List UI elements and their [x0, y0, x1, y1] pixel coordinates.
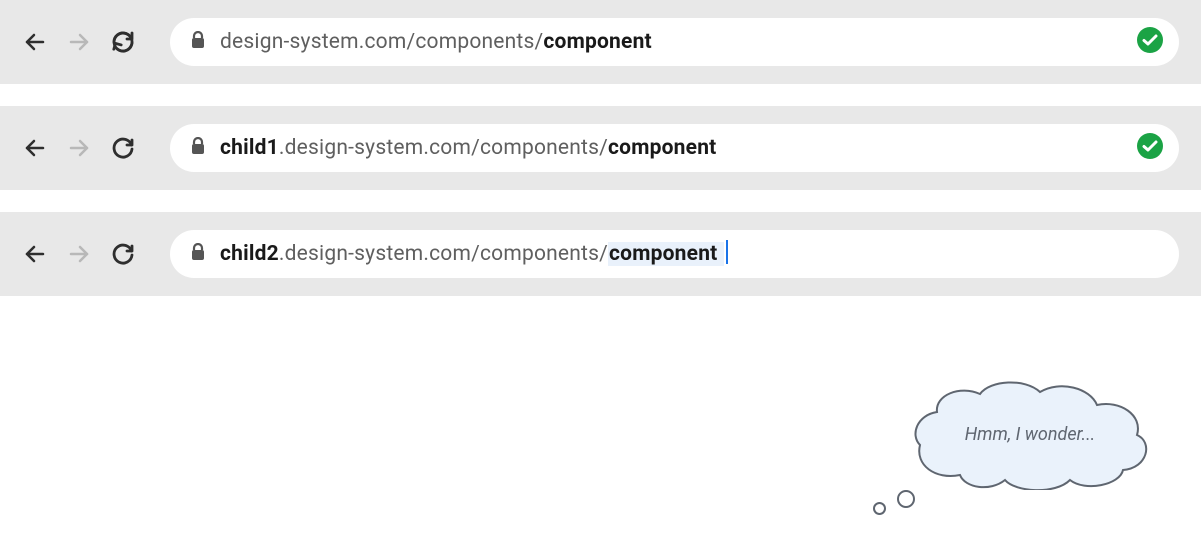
address-bar[interactable]: design-system.com/components/component — [170, 18, 1179, 66]
url-subdomain: child2 — [220, 242, 279, 266]
address-bar[interactable]: child2.design-system.com/components/comp… — [170, 230, 1179, 278]
url-text: child1.design-system.com/components/comp… — [220, 136, 716, 160]
back-button[interactable] — [22, 135, 48, 161]
address-bar[interactable]: child1.design-system.com/components/comp… — [170, 124, 1179, 172]
forward-button[interactable] — [66, 241, 92, 267]
url-path: /components/ — [406, 30, 543, 54]
url-text: design-system.com/components/component — [220, 30, 652, 54]
lock-icon — [190, 243, 206, 265]
browser-bar-3: child2.design-system.com/components/comp… — [0, 212, 1201, 296]
lock-icon — [190, 137, 206, 159]
lock-icon — [190, 31, 206, 53]
text-cursor — [726, 240, 728, 264]
reload-button[interactable] — [110, 29, 136, 55]
url-domain: .design-system.com — [279, 136, 471, 160]
browser-bar-2: child1.design-system.com/components/comp… — [0, 106, 1201, 190]
url-slug: component — [543, 30, 651, 54]
url-path: /components/ — [471, 136, 608, 160]
url-subdomain: child1 — [220, 136, 279, 160]
url-text: child2.design-system.com/components/comp… — [220, 242, 728, 266]
status-ok-icon — [1137, 27, 1163, 57]
url-domain: design-system.com — [220, 30, 406, 54]
status-ok-icon — [1137, 133, 1163, 163]
thought-trail-bubble — [873, 502, 886, 515]
url-slug: component — [608, 136, 716, 160]
thought-text: Hmm, I wonder... — [905, 424, 1155, 445]
url-slug: component — [609, 242, 717, 266]
back-button[interactable] — [22, 241, 48, 267]
thought-bubble: Hmm, I wonder... — [905, 380, 1165, 530]
reload-button[interactable] — [110, 135, 136, 161]
thought-trail-bubble — [897, 490, 915, 508]
url-path: /components/ — [471, 242, 608, 266]
nav-controls — [22, 135, 136, 161]
browser-bar-1: design-system.com/components/component — [0, 0, 1201, 84]
reload-button[interactable] — [110, 241, 136, 267]
nav-controls — [22, 241, 136, 267]
forward-button[interactable] — [66, 29, 92, 55]
nav-controls — [22, 29, 136, 55]
back-button[interactable] — [22, 29, 48, 55]
url-domain: .design-system.com — [279, 242, 471, 266]
forward-button[interactable] — [66, 135, 92, 161]
